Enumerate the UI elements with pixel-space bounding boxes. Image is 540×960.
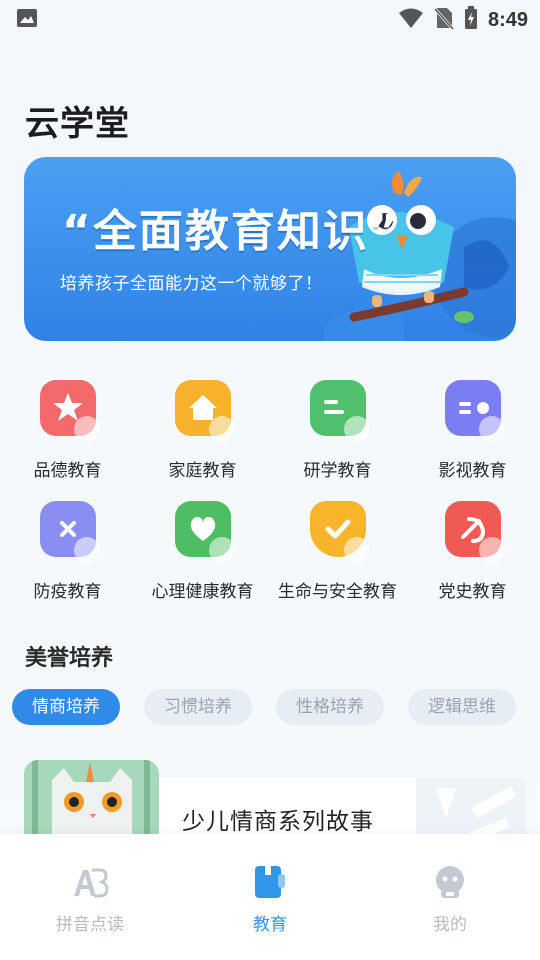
nav-mine[interactable]: 我的 [360, 864, 540, 935]
image-notification-icon [16, 8, 38, 32]
category-label: 影视教育 [438, 461, 507, 481]
clock: 8:49 [487, 8, 528, 31]
nav-label: 拼音点读 [56, 915, 124, 935]
battery-charging-icon [464, 6, 478, 34]
category-label: 品德教育 [33, 461, 102, 481]
heart-icon [175, 501, 235, 563]
tab-bar: 情商培养 习惯培养 性格培养 逻辑思维 [12, 689, 532, 725]
section-title: 美誉培养 [25, 646, 114, 671]
bottom-nav: 拼音点读 教育 我的 [0, 834, 540, 960]
category-label: 家庭教育 [168, 461, 237, 481]
tab-eq-training[interactable]: 情商培养 [12, 689, 120, 725]
profile-icon [436, 866, 464, 898]
category-label: 防疫教育 [33, 582, 102, 602]
mask-icon [40, 501, 100, 563]
promo-banner[interactable]: “全面教育知识” 培养孩子全面能力这一个就够了！ [24, 157, 516, 341]
nav-education[interactable]: 教育 [180, 864, 360, 935]
status-bar: 8:49 [0, 0, 540, 36]
category-life-safety-education[interactable]: 生命与安全教育 [270, 497, 405, 607]
category-party-history-education[interactable]: 党史教育 [405, 497, 540, 607]
star-icon [40, 380, 100, 442]
page-title: 云学堂 [25, 104, 130, 144]
category-film-education[interactable]: 影视教育 [405, 376, 540, 486]
party-emblem-icon [445, 501, 505, 563]
wifi-icon [398, 7, 424, 33]
category-label: 研学教育 [303, 461, 372, 481]
category-moral-education[interactable]: 品德教育 [0, 376, 135, 486]
ab-letters-icon [74, 868, 108, 898]
card-title: 少儿情商系列故事 [182, 809, 374, 835]
notebook-icon [255, 866, 285, 898]
tab-habit-training[interactable]: 习惯培养 [144, 689, 252, 725]
category-label: 生命与安全教育 [278, 582, 397, 602]
category-mental-health-education[interactable]: 心理健康教育 [135, 497, 270, 607]
video-icon [445, 380, 505, 442]
category-study-tour-education[interactable]: 研学教育 [270, 376, 405, 486]
tab-personality-training[interactable]: 性格培养 [276, 689, 384, 725]
nav-pinyin-reading[interactable]: 拼音点读 [0, 864, 180, 935]
banner-subtitle: 培养孩子全面能力这一个就够了！ [60, 274, 323, 294]
shield-icon [310, 501, 370, 563]
book-icon [310, 380, 370, 442]
tab-logical-thinking[interactable]: 逻辑思维 [408, 689, 516, 725]
category-label: 心理健康教育 [151, 582, 254, 602]
house-icon [175, 380, 235, 442]
category-family-education[interactable]: 家庭教育 [135, 376, 270, 486]
category-epidemic-prevention-education[interactable]: 防疫教育 [0, 497, 135, 607]
nav-label: 我的 [433, 915, 467, 935]
no-sim-icon [433, 6, 455, 34]
banner-headline: “全面教育知识” [62, 206, 400, 257]
nav-label: 教育 [253, 915, 287, 935]
category-label: 党史教育 [438, 582, 507, 602]
